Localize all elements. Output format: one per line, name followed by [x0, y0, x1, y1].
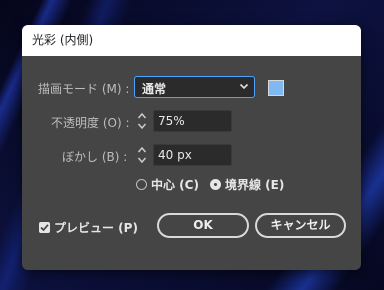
preview-label[interactable]: プレビュー (P) [54, 219, 138, 236]
opacity-label: 不透明度 (O) : [51, 116, 130, 130]
checkmark-icon [40, 224, 49, 232]
blur-input[interactable]: 40 px [153, 144, 232, 166]
blend-mode-select[interactable]: 通常 [134, 76, 255, 98]
blend-mode-label: 描画モード (M) : [38, 82, 130, 96]
dialog-title: 光彩 (内側) [22, 25, 361, 56]
opacity-stepper-icon[interactable] [137, 111, 147, 131]
opacity-input[interactable]: 75% [153, 110, 232, 132]
blur-label: ぼかし (B) : [62, 150, 128, 164]
radio-center-label[interactable]: 中心 (C) [151, 176, 199, 193]
blur-stepper-icon[interactable] [137, 145, 147, 165]
radio-center[interactable] [136, 179, 147, 190]
preview-checkbox[interactable] [39, 222, 50, 233]
radio-edge[interactable] [210, 179, 221, 190]
inner-glow-dialog: 光彩 (内側) 描画モード (M) : 通常 不透明度 (O) : 75% ぼか… [22, 25, 361, 270]
glow-color-swatch[interactable] [268, 80, 284, 96]
ok-button[interactable]: OK [157, 213, 249, 238]
cancel-button[interactable]: キャンセル [255, 213, 346, 238]
radio-edge-label[interactable]: 境界線 (E) [225, 176, 284, 193]
chevron-down-icon [239, 83, 249, 90]
blend-mode-value: 通常 [142, 82, 167, 96]
